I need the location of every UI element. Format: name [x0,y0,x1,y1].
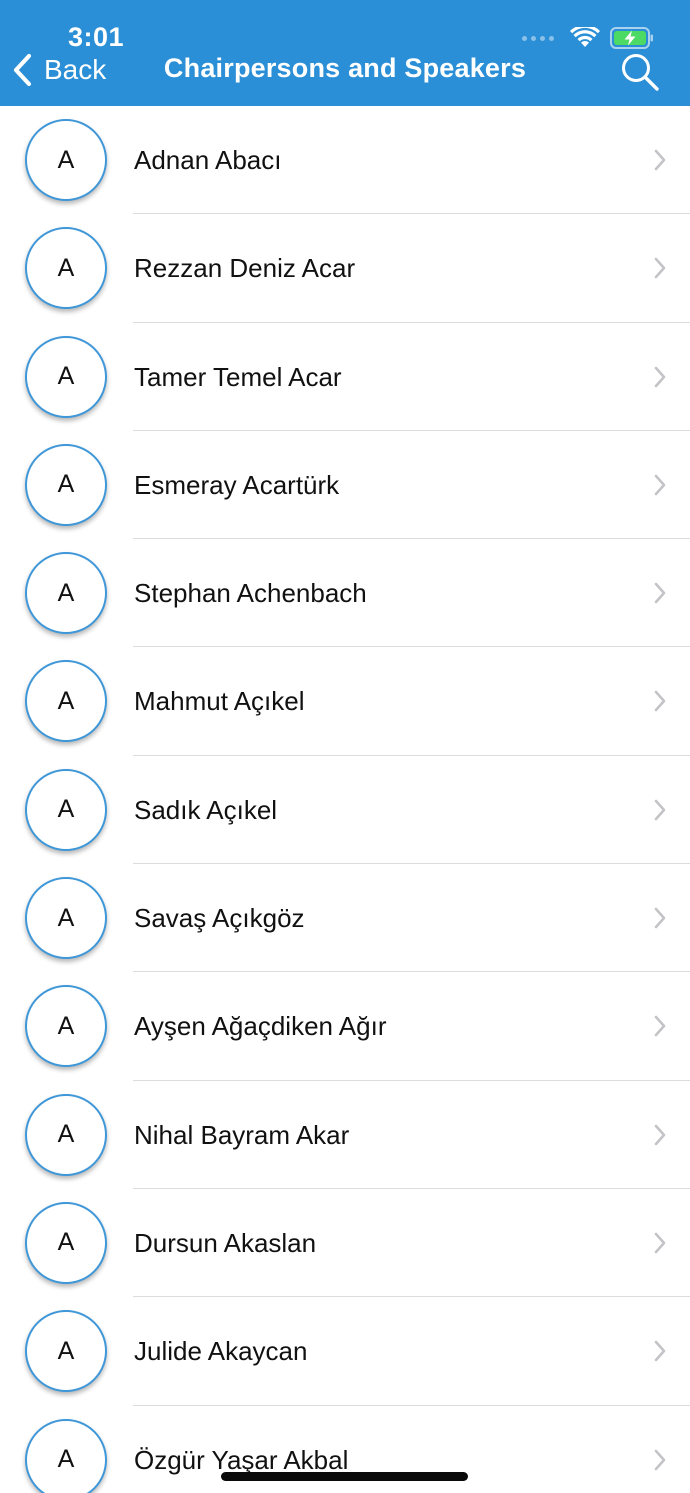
status-time: 3:01 [68,22,125,52]
speaker-avatar: A [25,552,107,635]
speaker-name: Esmeray Acartürk [134,469,340,500]
speaker-row[interactable]: A Tamer Temel Acar [0,323,690,431]
speaker-name: Julide Akaycan [134,1336,308,1367]
chevron-right-icon [654,257,666,279]
cellular-signal-icon [522,35,554,41]
search-icon [622,54,659,91]
speaker-row[interactable]: A Mahmut Açıkel [0,647,690,756]
speaker-avatar: A [25,660,107,743]
chevron-right-icon [654,799,666,821]
speaker-row[interactable]: A Dursun Akaslan [0,1189,690,1298]
chevron-right-icon [654,1340,666,1362]
wifi-icon [570,27,600,49]
speaker-row[interactable]: A Rezzan Deniz Acar [0,214,690,323]
page-title: Chairpersons and Speakers [163,53,527,83]
speaker-row[interactable]: A Ayşen Ağaçdiken Ağır [0,972,690,1081]
chevron-right-icon [654,1016,666,1037]
speaker-avatar: A [25,335,107,418]
status-icons [522,24,654,52]
speaker-name: Stephan Achenbach [134,578,367,609]
screen: 3:01 Back Chairpersons and Speakers A Ad… [0,0,690,1493]
speaker-row[interactable]: A Julide Akaycan [0,1297,690,1406]
speaker-name: Adnan Abacı [134,145,282,175]
speaker-avatar: A [25,1093,107,1176]
speaker-avatar: A [25,227,107,310]
chevron-right-icon [654,691,666,712]
chevron-right-icon [654,582,666,604]
speaker-list: A Adnan Abacı A Rezzan Deniz Acar A Tamer Tem… [0,106,690,1493]
speaker-avatar: A [25,1310,107,1393]
speaker-row[interactable]: A Savaş Açıkgöz [0,864,690,973]
speaker-avatar: A [25,985,107,1068]
chevron-right-icon [654,907,666,929]
speaker-avatar: A [25,1418,107,1493]
search-button[interactable] [620,52,660,92]
speaker-avatar: A [25,877,107,960]
speaker-avatar: A [25,1201,107,1284]
speaker-row[interactable]: A Adnan Abacı [0,106,690,215]
home-indicator [221,1472,468,1481]
chevron-right-icon [654,474,666,496]
speaker-name: Nihal Bayram Akar [134,1119,350,1150]
speaker-avatar: A [25,443,107,526]
navigation-header: 3:01 Back Chairpersons and Speakers [0,0,690,106]
speaker-name: Dursun Akaslan [134,1227,317,1258]
speaker-name: Sadık Açıkel [134,794,278,825]
battery-charging-icon [610,27,654,49]
chevron-right-icon [654,1449,666,1470]
speaker-name: Ayşen Ağaçdiken Ağır [134,1011,387,1042]
speaker-row[interactable]: A Stephan Achenbach [0,539,690,648]
chevron-right-icon [654,1124,666,1145]
chevron-right-icon [654,149,666,171]
speaker-name: Savaş Açıkgöz [134,903,305,934]
chevron-right-icon [654,1232,666,1254]
speaker-row[interactable]: A Esmeray Acartürk [0,431,690,540]
speaker-name: Mahmut Açıkel [134,686,305,717]
speaker-name: Tamer Temel Acar [134,361,342,392]
speaker-row[interactable]: A Nihal Bayram Akar [0,1081,690,1189]
speaker-name: Rezzan Deniz Acar [134,253,356,284]
speaker-row[interactable]: A Sadık Açıkel [0,756,690,865]
speaker-avatar: A [25,119,107,201]
chevron-right-icon [654,366,666,387]
speaker-avatar: A [25,768,107,851]
